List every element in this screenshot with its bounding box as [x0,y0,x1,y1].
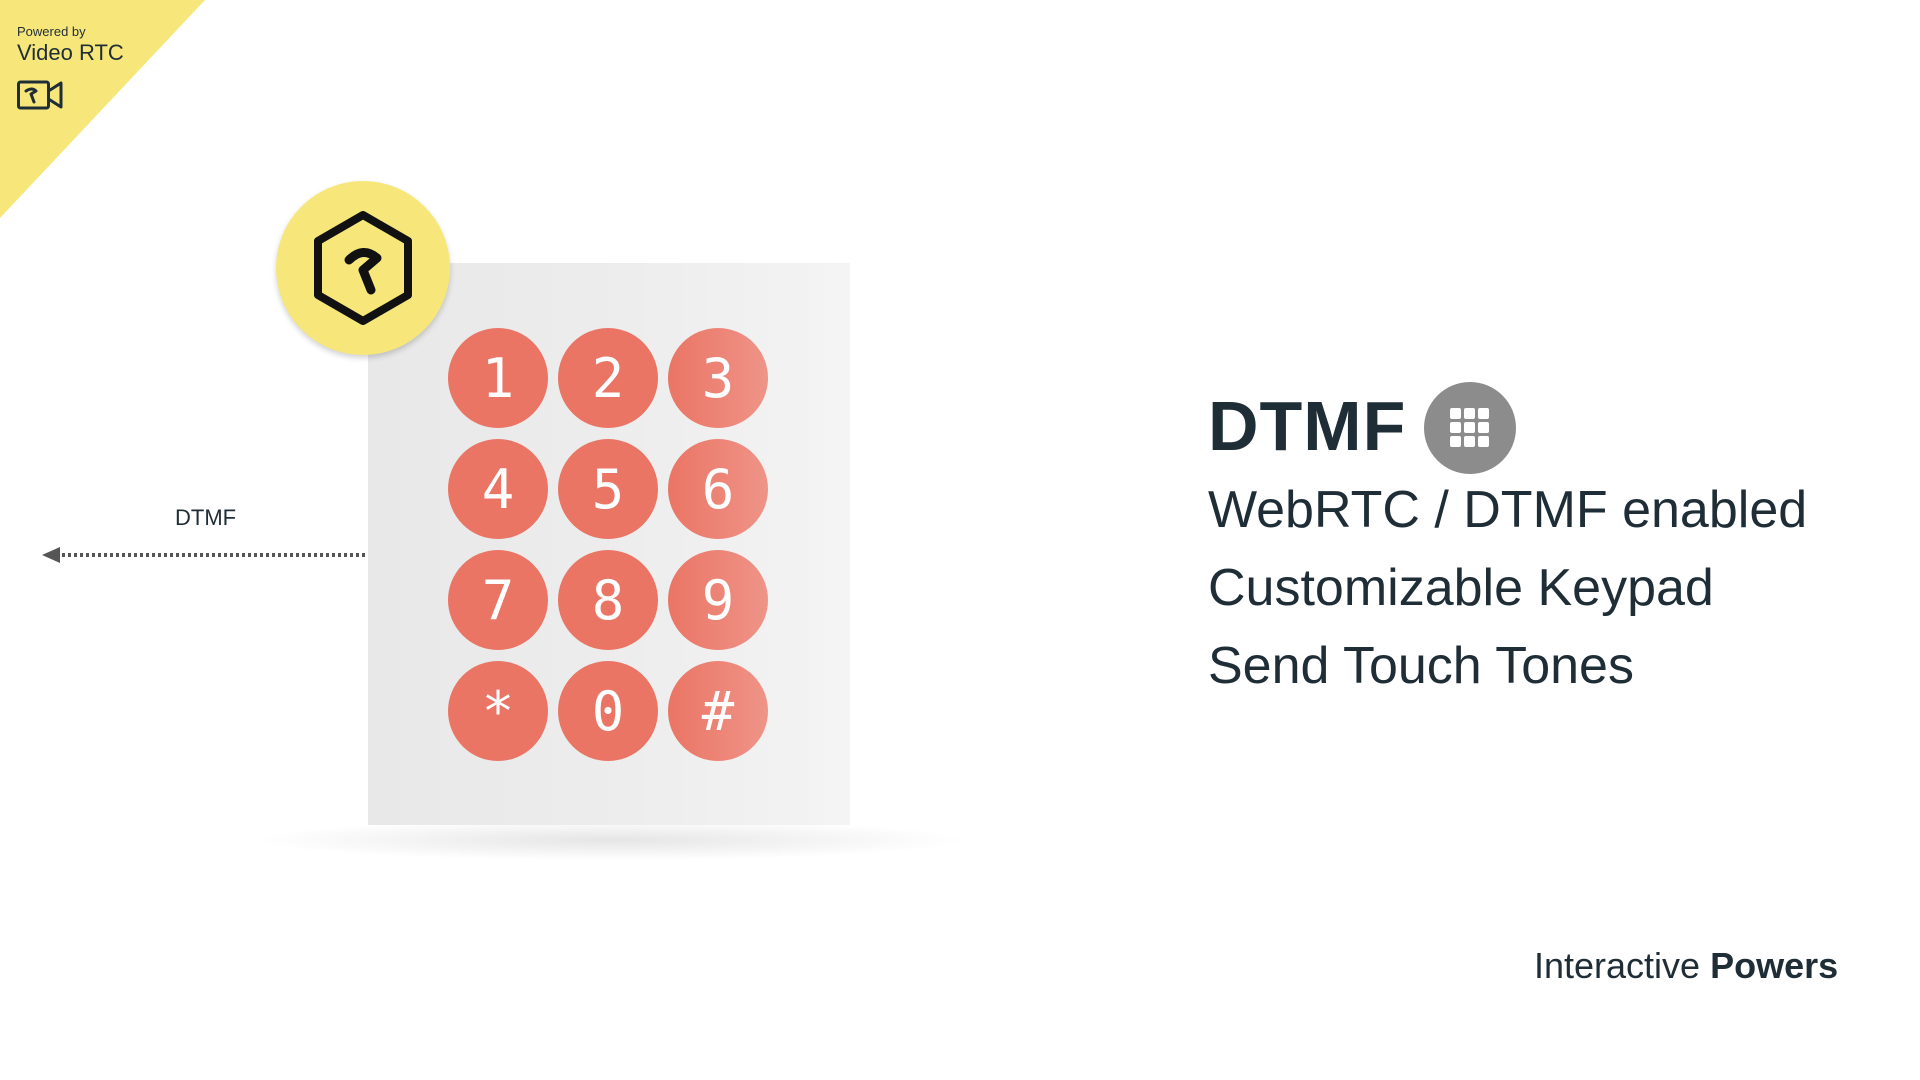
keypad: 1 2 3 4 5 6 7 8 9 * 0 # [448,328,780,761]
key-0[interactable]: 0 [558,661,658,761]
feature-item: Customizable Keypad [1208,559,1714,617]
page-title: DTMF [1208,387,1407,465]
key-7[interactable]: 7 [448,550,548,650]
arrow-label: DTMF [175,505,237,530]
key-6[interactable]: 6 [668,439,768,539]
key-9[interactable]: 9 [668,550,768,650]
brand-name: Video RTC [17,40,124,65]
key-star[interactable]: * [448,661,548,761]
key-8[interactable]: 8 [558,550,658,650]
key-2[interactable]: 2 [558,328,658,428]
key-5[interactable]: 5 [558,439,658,539]
feature-item: Send Touch Tones [1208,637,1634,695]
key-1[interactable]: 1 [448,328,548,428]
key-4[interactable]: 4 [448,439,548,539]
panel-shadow [260,820,960,860]
keypad-grid-icon [1424,382,1516,474]
key-3[interactable]: 3 [668,328,768,428]
dtmf-arrow [42,547,368,563]
footer-brand: Interactive Powers [1534,945,1838,987]
footer-brand-prefix: Interactive [1534,945,1701,986]
key-hash[interactable]: # [668,661,768,761]
feature-item: WebRTC / DTMF enabled [1208,481,1808,539]
video-camera-icon [17,80,63,110]
hexagon-logo-icon [314,211,412,325]
logo-badge [276,181,450,355]
slide: Powered by Video RTC DTMF 1 2 3 4 5 6 7 … [0,0,1920,1080]
footer-brand-bold: Powers [1710,945,1839,986]
powered-by-label: Powered by [17,24,86,39]
